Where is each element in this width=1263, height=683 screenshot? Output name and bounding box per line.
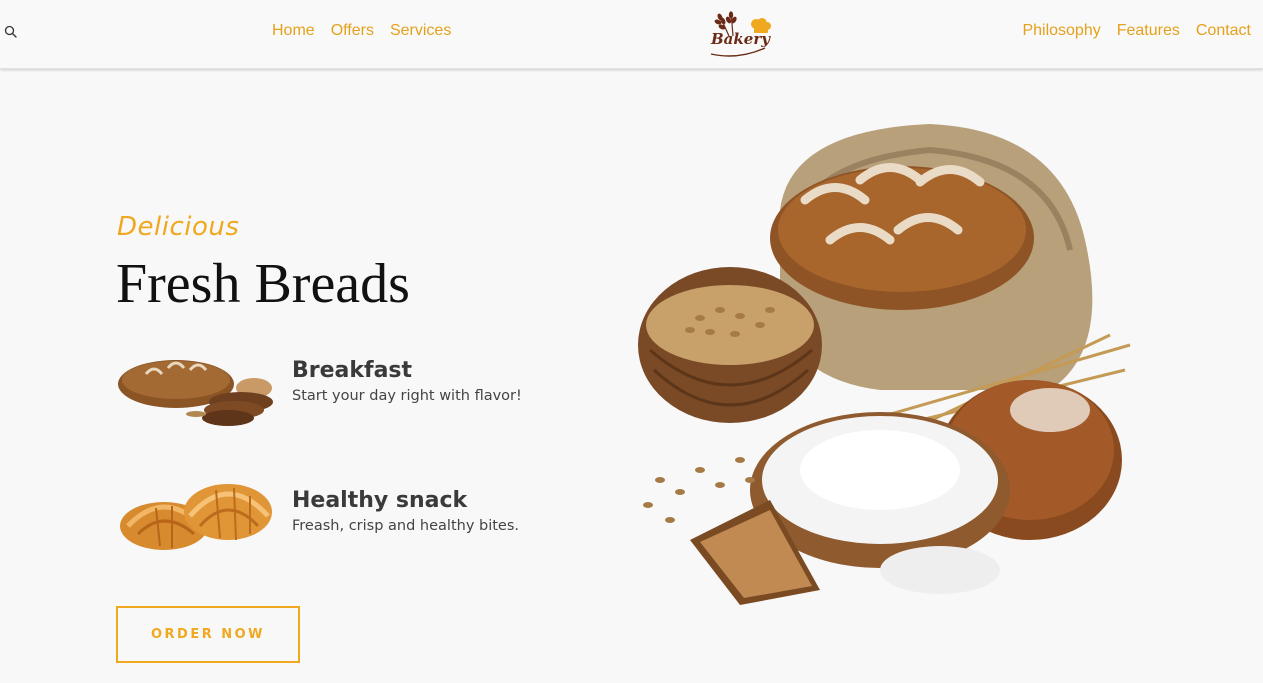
order-now-button[interactable]: ORDER NOW xyxy=(116,606,300,663)
search-icon[interactable] xyxy=(3,24,19,40)
bread-loaf-image xyxy=(116,344,278,434)
nav-philosophy-link[interactable]: Philosophy xyxy=(1022,22,1100,40)
hero-eyebrow: Delicious xyxy=(117,212,240,242)
nav-left: Home Offers Services xyxy=(272,22,451,40)
nav-features-link[interactable]: Features xyxy=(1117,22,1180,40)
feature-healthy-snack: Healthy snack Freash, crisp and healthy … xyxy=(116,468,536,558)
logo-text: Bakery xyxy=(711,30,770,48)
croissant-image xyxy=(116,468,278,558)
nav-right: Philosophy Features Contact xyxy=(1022,22,1251,40)
feature-breakfast: Breakfast Start your day right with flav… xyxy=(116,344,536,434)
feature-title: Breakfast xyxy=(292,358,413,383)
hero-title: Fresh Breads xyxy=(116,253,410,315)
bakery-logo[interactable]: Bakery xyxy=(703,8,773,60)
nav-services-link[interactable]: Services xyxy=(390,22,451,40)
hero-bread-image xyxy=(630,120,1150,610)
feature-title: Healthy snack xyxy=(292,488,468,513)
site-header: Home Offers Services Bakery Philosophy F… xyxy=(0,0,1263,69)
feature-description: Start your day right with flavor! xyxy=(292,388,522,404)
nav-offers-link[interactable]: Offers xyxy=(331,22,374,40)
feature-description: Freash, crisp and healthy bites. xyxy=(292,518,520,534)
nav-contact-link[interactable]: Contact xyxy=(1196,22,1251,40)
nav-home-link[interactable]: Home xyxy=(272,22,315,40)
